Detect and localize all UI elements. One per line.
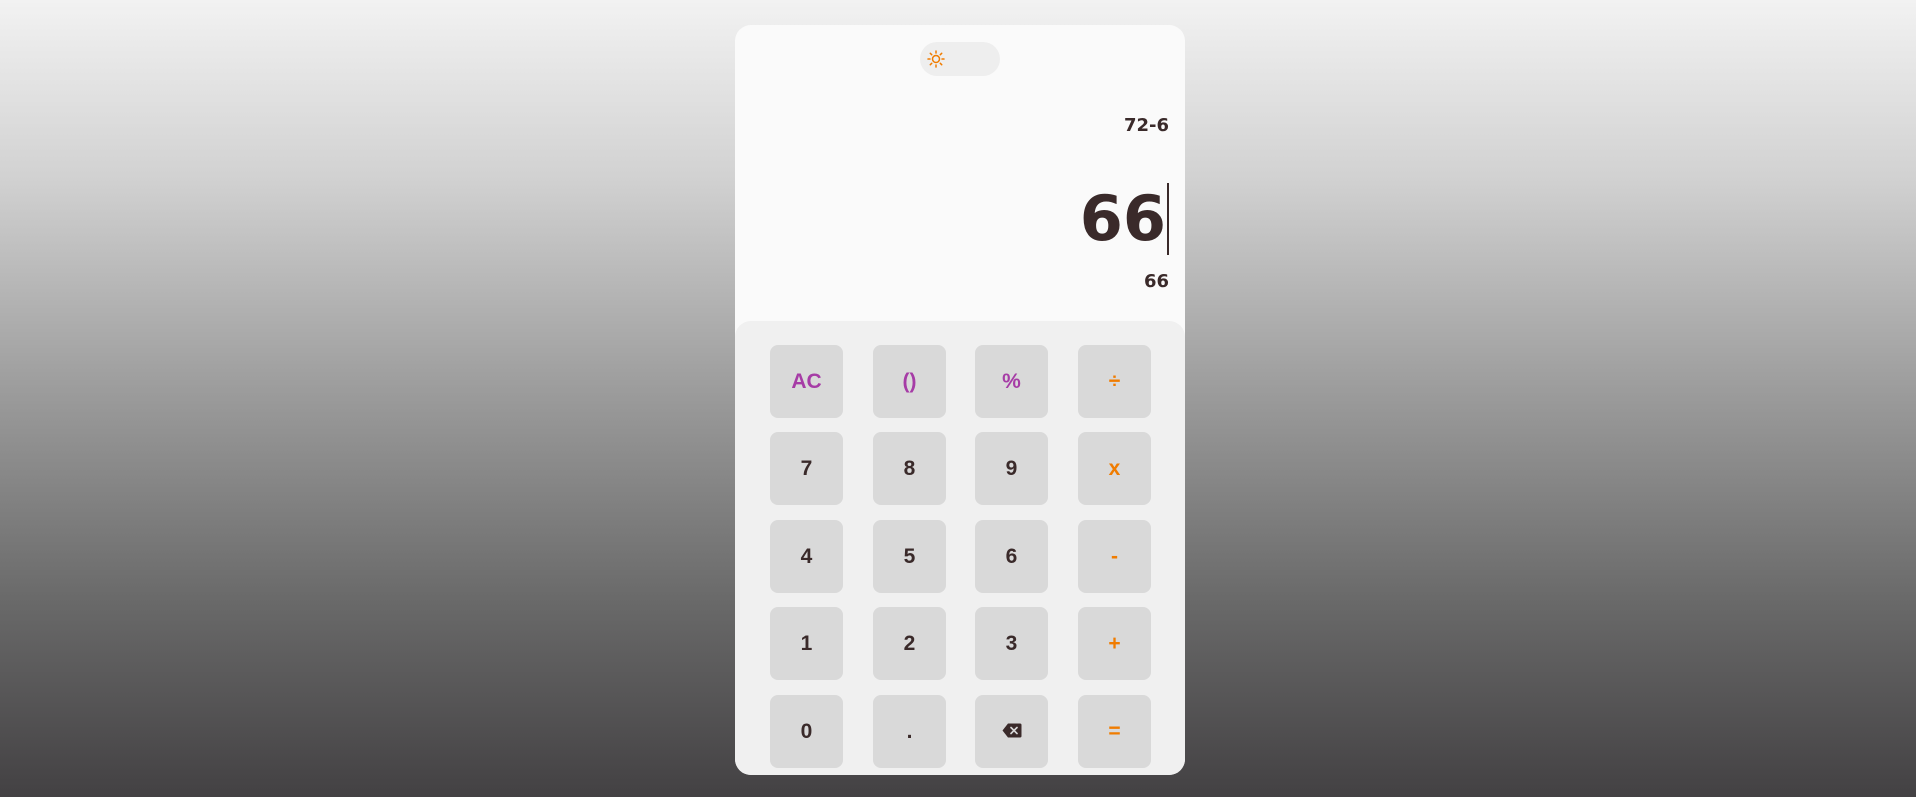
digit-5-button[interactable]: 5 [873, 520, 946, 593]
add-button[interactable]: + [1078, 607, 1151, 680]
sun-icon [924, 47, 948, 71]
text-caret [1167, 183, 1169, 255]
digit-6-button[interactable]: 6 [975, 520, 1048, 593]
backspace-icon [1002, 720, 1022, 744]
subtract-button[interactable]: - [1078, 520, 1151, 593]
digit-0-button[interactable]: 0 [770, 695, 843, 768]
digit-4-button[interactable]: 4 [770, 520, 843, 593]
theme-toggle[interactable] [920, 42, 1000, 76]
clear-button[interactable]: AC [770, 345, 843, 418]
keypad: AC () % ÷ 7 8 9 x 4 5 6 - 1 2 3 + 0 . = [735, 321, 1185, 775]
digit-3-button[interactable]: 3 [975, 607, 1048, 680]
decimal-button[interactable]: . [873, 695, 946, 768]
digit-2-button[interactable]: 2 [873, 607, 946, 680]
digit-1-button[interactable]: 1 [770, 607, 843, 680]
percent-button[interactable]: % [975, 345, 1048, 418]
backspace-button[interactable] [975, 695, 1048, 768]
divide-button[interactable]: ÷ [1078, 345, 1151, 418]
current-value: 66 [1079, 182, 1166, 255]
expression-display: 72-6 [1123, 115, 1169, 136]
parentheses-button[interactable]: () [873, 345, 946, 418]
current-input[interactable]: 66 [1080, 170, 1169, 268]
calculator: 72-6 66 66 AC () % ÷ 7 8 9 x 4 5 6 - 1 2… [735, 25, 1185, 775]
result-preview: 66 [1143, 271, 1169, 292]
equals-button[interactable]: = [1078, 695, 1151, 768]
digit-7-button[interactable]: 7 [770, 432, 843, 505]
multiply-button[interactable]: x [1078, 432, 1151, 505]
digit-8-button[interactable]: 8 [873, 432, 946, 505]
digit-9-button[interactable]: 9 [975, 432, 1048, 505]
